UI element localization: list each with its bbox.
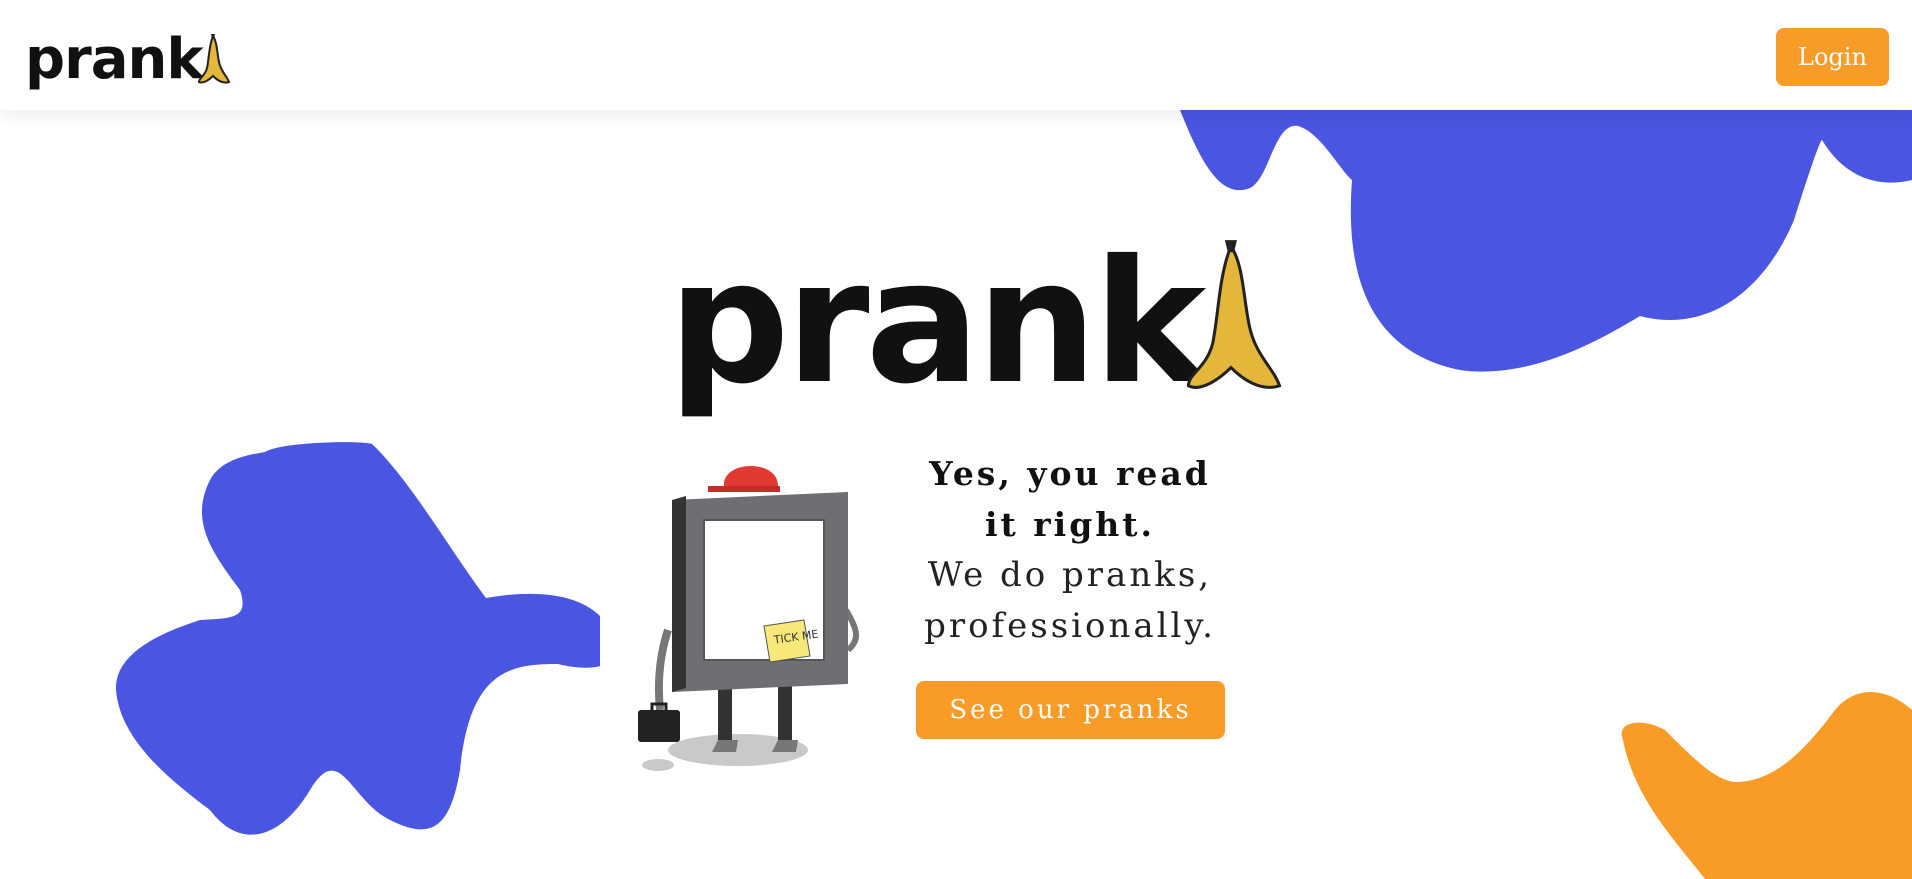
hero-logo-text: prank [668, 224, 1206, 422]
login-button[interactable]: Login [1776, 28, 1889, 86]
hero-tagline: Yes, you read it right. We do pranks, pr… [905, 448, 1235, 652]
decorative-blob-left [115, 442, 600, 835]
header-logo[interactable]: prank [25, 26, 233, 88]
banana-peel-icon [1187, 240, 1282, 389]
hero-logo: prank [668, 228, 1292, 408]
decorative-blob-bottom-right [1621, 692, 1912, 879]
picture-frame-mascot-illustration: TICK ME [638, 465, 859, 771]
header-logo-text: prank [25, 27, 204, 92]
see-our-pranks-button[interactable]: See our pranks [916, 681, 1225, 739]
subline-line-2: professionally. [924, 606, 1216, 646]
site-header: prank Login [0, 0, 1912, 110]
headline-line-1: Yes, you read [929, 454, 1211, 493]
subline-line-1: We do pranks, [927, 555, 1213, 595]
headline-line-2: it right. [985, 505, 1155, 544]
banana-peel-icon [197, 33, 230, 84]
